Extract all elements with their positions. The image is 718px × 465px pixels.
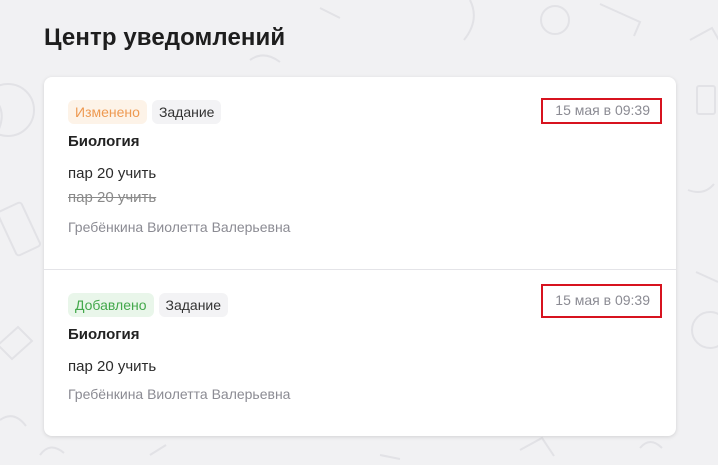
subject-title: Биология: [68, 326, 140, 343]
notification-item[interactable]: Добавлено Задание 15 мая в 09:39 Биологи…: [44, 270, 676, 436]
page-title: Центр уведомлений: [44, 24, 286, 51]
notification-date: 15 мая в 09:39: [541, 98, 662, 124]
status-badge-changed: Изменено: [68, 100, 147, 124]
task-text-new: пар 20 учить: [68, 358, 157, 375]
notification-item[interactable]: Изменено Задание 15 мая в 09:39 Биология…: [44, 77, 676, 269]
notifications-card: Изменено Задание 15 мая в 09:39 Биология…: [44, 77, 676, 436]
type-badge: Задание: [151, 100, 222, 124]
subject-title: Биология: [68, 133, 140, 150]
notification-tags: Добавлено Задание: [68, 293, 229, 317]
task-text-old: пар 20 учить: [68, 189, 157, 206]
notification-date: 15 мая в 09:39: [541, 284, 662, 318]
author-name: Гребёнкина Виолетта Валерьевна: [68, 386, 291, 402]
author-name: Гребёнкина Виолетта Валерьевна: [68, 219, 291, 235]
status-badge-added: Добавлено: [68, 293, 154, 317]
notification-tags: Изменено Задание: [68, 100, 222, 124]
type-badge: Задание: [158, 293, 229, 317]
task-text-new: пар 20 учить: [68, 165, 157, 182]
